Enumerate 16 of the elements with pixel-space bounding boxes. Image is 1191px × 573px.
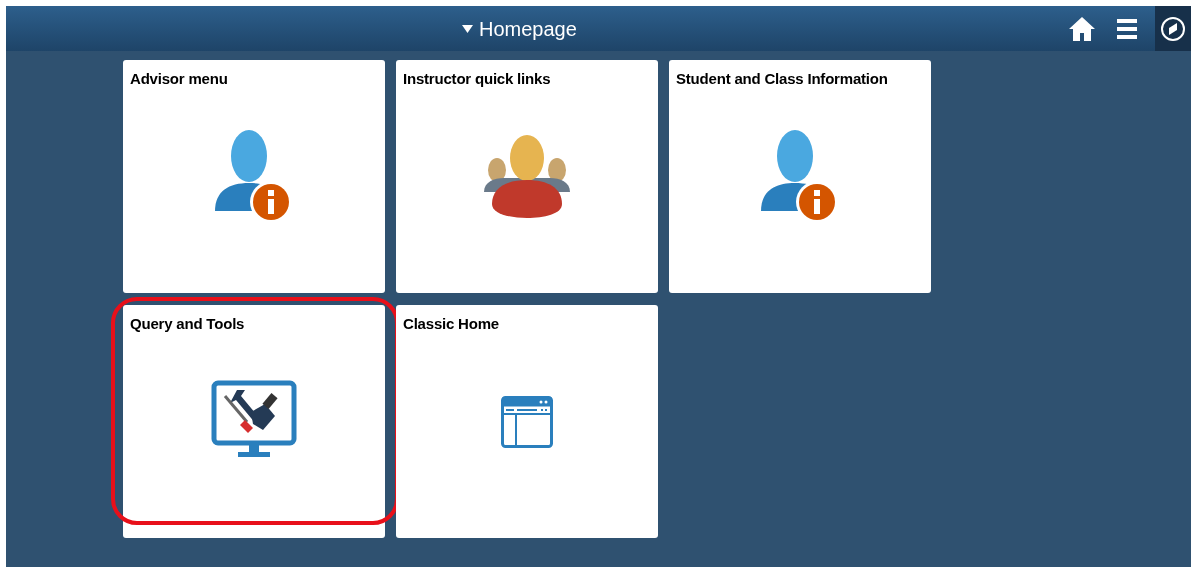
tile[interactable]: Classic Home	[396, 305, 658, 538]
tile-title: Classic Home	[402, 314, 500, 334]
tile[interactable]: Advisor menu	[123, 60, 385, 293]
menu-icon[interactable]	[1115, 16, 1139, 41]
browser-window-icon	[501, 395, 553, 448]
homepage-menu[interactable]: Homepage	[462, 14, 577, 44]
navigator-button[interactable]	[1155, 6, 1191, 51]
tile-title: Query and Tools	[129, 314, 246, 334]
tile-title: Advisor menu	[129, 69, 229, 89]
compass-icon	[1160, 15, 1186, 42]
tile[interactable]: Query and Tools	[123, 305, 385, 538]
tile-title: Student and Class Information	[675, 69, 889, 89]
caret-icon	[462, 25, 473, 33]
tile-title: Instructor quick links	[402, 69, 552, 89]
tile[interactable]: Student and Class Information	[669, 60, 931, 293]
tile[interactable]: Instructor quick links	[396, 60, 658, 293]
